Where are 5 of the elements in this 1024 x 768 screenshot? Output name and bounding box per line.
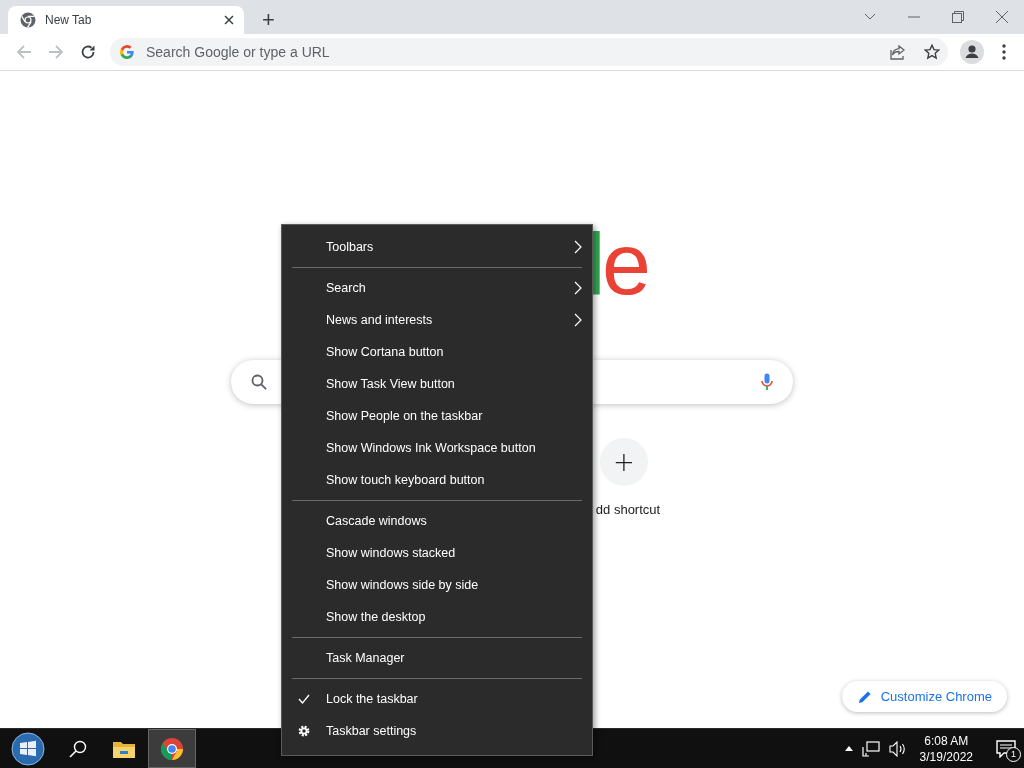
clock-date: 3/19/2022 [919,748,973,765]
shortcut-label: dd shortcut [594,502,661,517]
notification-badge: 1 [1006,746,1021,762]
logo-letter: e [602,222,651,306]
clock-time: 6:08 AM [924,732,969,749]
